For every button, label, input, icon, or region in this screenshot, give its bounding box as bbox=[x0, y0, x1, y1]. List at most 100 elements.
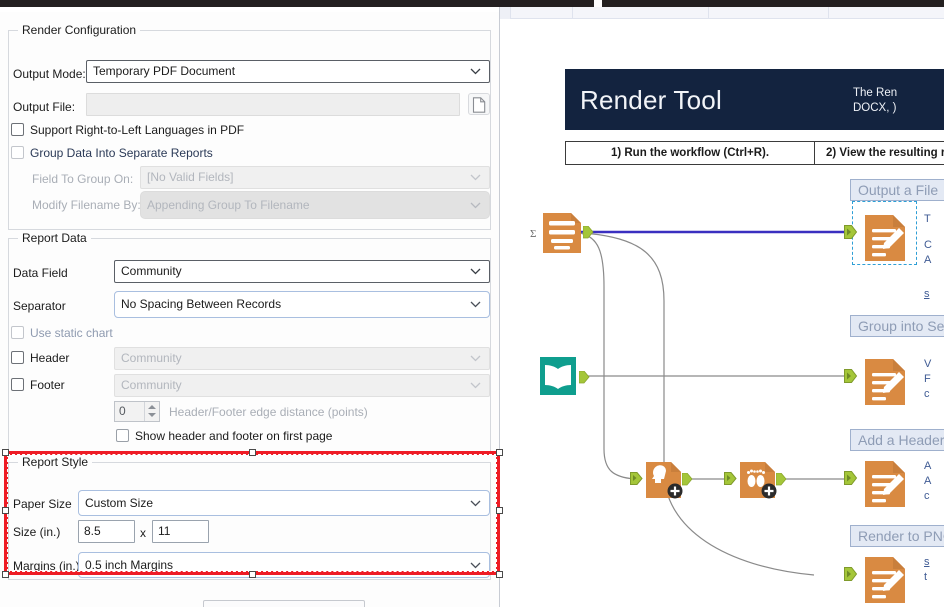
paper-size-label: Paper Size bbox=[13, 497, 72, 511]
annotation-output-file-1: T bbox=[924, 213, 931, 225]
chevron-down-icon bbox=[470, 61, 482, 82]
modify-filename-label: Modify Filename By: bbox=[32, 198, 141, 212]
chevron-down-icon bbox=[470, 348, 482, 369]
modify-filename-value: Appending Group To Filename bbox=[147, 198, 310, 212]
use-static-chart-label: Use static chart bbox=[30, 326, 113, 340]
header-dropdown[interactable]: Community bbox=[114, 347, 490, 370]
stepper-up-icon[interactable] bbox=[148, 405, 156, 409]
input-connector-icon bbox=[844, 225, 858, 239]
annotation-group-2: F bbox=[924, 373, 931, 385]
output-connector-icon bbox=[776, 473, 787, 486]
configuration-panel: Render Configuration Output Mode: Tempor… bbox=[0, 7, 503, 607]
workflow-wires bbox=[579, 230, 852, 576]
input-connector-icon bbox=[630, 472, 643, 485]
chevron-down-icon bbox=[470, 493, 482, 514]
annotation-header-3: c bbox=[924, 490, 930, 502]
output-mode-label: Output Mode: bbox=[13, 67, 86, 81]
selection-handle-ne[interactable] bbox=[496, 449, 503, 456]
group-data-label: Group Data Into Separate Reports bbox=[30, 146, 213, 160]
data-field-value: Community bbox=[121, 264, 182, 278]
directory-tool[interactable] bbox=[535, 353, 590, 404]
annotation-output-file-4[interactable]: s bbox=[924, 287, 944, 302]
configuration-panel-body: Render Configuration Output Mode: Tempor… bbox=[0, 12, 499, 607]
rtl-support-checkbox[interactable] bbox=[11, 123, 24, 136]
output-mode-dropdown[interactable]: Temporary PDF Document bbox=[86, 60, 490, 83]
svg-text:Σ: Σ bbox=[530, 228, 536, 240]
paper-size-dropdown[interactable]: Custom Size bbox=[78, 490, 490, 516]
field-to-group-dropdown[interactable]: [No Valid Fields] bbox=[140, 166, 490, 189]
edit-default-styles-button[interactable]: Edit Default Styles... bbox=[203, 600, 365, 607]
summarize-tool[interactable]: Σ bbox=[530, 212, 594, 259]
size-height-value: 11 bbox=[158, 524, 171, 538]
modify-filename-dropdown[interactable]: Appending Group To Filename bbox=[140, 191, 490, 219]
chevron-down-icon bbox=[470, 261, 482, 282]
footer-checkbox[interactable] bbox=[11, 378, 24, 391]
selection-handle-e[interactable] bbox=[496, 507, 503, 514]
chevron-down-icon bbox=[470, 375, 482, 396]
report-data-title: Report Data bbox=[18, 231, 91, 245]
edge-distance-value: 0 bbox=[119, 404, 126, 418]
active-tab-nub[interactable] bbox=[594, 0, 602, 7]
annotation-png-1[interactable]: s bbox=[924, 555, 944, 570]
show-header-footer-checkbox[interactable] bbox=[116, 429, 129, 442]
chevron-down-icon bbox=[470, 167, 482, 188]
output-file-input[interactable] bbox=[86, 93, 460, 116]
group-data-checkbox[interactable] bbox=[11, 146, 24, 159]
field-to-group-label: Field To Group On: bbox=[32, 172, 134, 186]
section-label-add-a-header: Add a Header bbox=[850, 429, 944, 451]
separator-dropdown[interactable]: No Spacing Between Records bbox=[114, 291, 490, 318]
field-to-group-value: [No Valid Fields] bbox=[147, 170, 234, 184]
margins-label: Margins (in.) bbox=[13, 559, 80, 573]
report-style-title: Report Style bbox=[18, 455, 93, 469]
section-label-render-to-png: Render to PNG bbox=[850, 525, 944, 547]
output-mode-value: Temporary PDF Document bbox=[93, 64, 236, 78]
footer-value: Community bbox=[121, 378, 182, 392]
annotation-header-1: A bbox=[924, 460, 932, 472]
footer-label: Footer bbox=[30, 378, 65, 392]
footer-dropdown[interactable]: Community bbox=[114, 374, 490, 397]
input-connector-icon bbox=[844, 369, 858, 383]
selection-handle-sw[interactable] bbox=[2, 571, 9, 578]
margins-value: 0.5 inch Margins bbox=[85, 558, 174, 572]
chevron-down-icon bbox=[470, 294, 482, 315]
edge-distance-label: Header/Footer edge distance (points) bbox=[169, 405, 368, 419]
selection-handle-se[interactable] bbox=[496, 571, 503, 578]
chevron-down-icon bbox=[470, 195, 482, 216]
edge-distance-stepper[interactable]: 0 bbox=[114, 401, 160, 422]
header-label: Header bbox=[30, 351, 70, 365]
show-header-footer-label: Show header and footer on first page bbox=[135, 429, 333, 443]
use-static-chart-checkbox[interactable] bbox=[11, 326, 24, 339]
grid-row-header bbox=[500, 7, 511, 19]
chevron-down-icon bbox=[470, 555, 482, 576]
output-connector-icon[interactable] bbox=[582, 225, 594, 244]
annotation-group-3: c bbox=[924, 388, 930, 400]
size-label: Size (in.) bbox=[13, 525, 61, 539]
data-field-dropdown[interactable]: Community bbox=[114, 260, 490, 283]
grid-column-divider bbox=[828, 7, 829, 19]
data-field-label: Data Field bbox=[13, 266, 68, 280]
grid-header-strip bbox=[511, 7, 944, 19]
browse-file-button[interactable] bbox=[468, 93, 490, 115]
workflow-canvas[interactable]: Render Tool The Ren DOCX, ) 1) Run the w… bbox=[512, 19, 944, 607]
margins-dropdown[interactable]: 0.5 inch Margins bbox=[78, 552, 490, 578]
output-connector-icon[interactable] bbox=[578, 370, 590, 389]
header-checkbox[interactable] bbox=[11, 351, 24, 364]
selection-handle-nw[interactable] bbox=[2, 449, 9, 456]
input-connector-icon bbox=[844, 567, 858, 581]
separator-value: No Spacing Between Records bbox=[121, 297, 282, 311]
selection-handle-w[interactable] bbox=[2, 507, 9, 514]
size-width-value: 8.5 bbox=[84, 524, 101, 538]
separator-label: Separator bbox=[13, 299, 66, 313]
window-titlebar bbox=[0, 0, 944, 7]
annotation-header-2: A bbox=[924, 475, 932, 487]
stepper-down-icon[interactable] bbox=[148, 413, 156, 417]
stepper-arrows[interactable] bbox=[144, 402, 159, 421]
size-height-input[interactable]: 11 bbox=[152, 520, 209, 543]
section-label-output-a-file: Output a File bbox=[850, 179, 944, 201]
output-connector-icon bbox=[682, 473, 693, 486]
selection-handle-n[interactable] bbox=[249, 449, 256, 456]
grid-column-divider bbox=[708, 7, 709, 19]
annotation-png-2: t bbox=[924, 571, 928, 583]
selection-handle-s[interactable] bbox=[249, 571, 256, 578]
size-width-input[interactable]: 8.5 bbox=[78, 520, 135, 543]
